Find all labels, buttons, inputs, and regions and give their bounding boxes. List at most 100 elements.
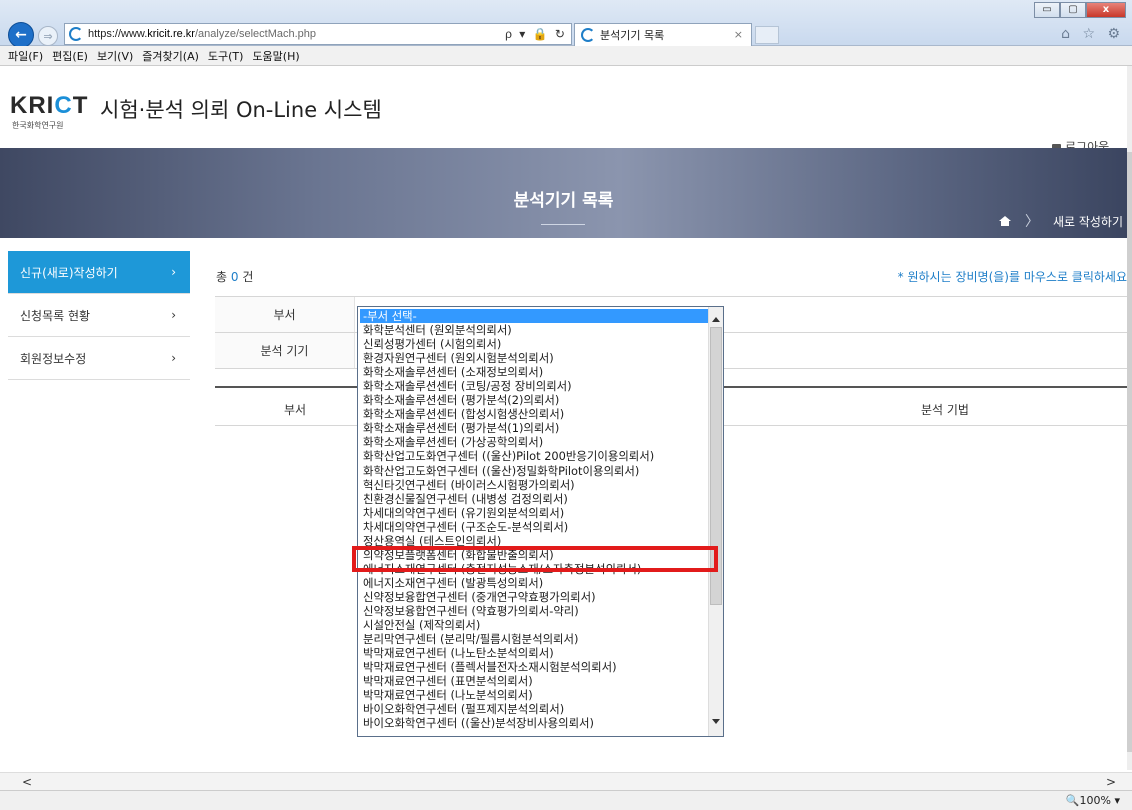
back-button[interactable]: ← xyxy=(8,22,34,48)
breadcrumb: 〉 새로 작성하기 xyxy=(998,211,1123,231)
dropdown-option[interactable]: -부서 선택- xyxy=(360,309,708,324)
dropdown-option[interactable]: 화학산업고도화연구센터 ((울산)Pilot 200반응기이용의뢰서) xyxy=(360,449,708,463)
breadcrumb-current[interactable]: 새로 작성하기 xyxy=(1053,213,1123,230)
url-prefix: https://www. xyxy=(88,28,148,40)
home-icon[interactable] xyxy=(998,216,1011,226)
dropdown-option[interactable]: 혁신타깃연구센터 (바이러스시험평가의뢰서) xyxy=(360,478,708,492)
menu-favorites[interactable]: 즐겨찾기(A) xyxy=(142,48,199,64)
dept-select-dropdown[interactable]: -부서 선택- 화학분석센터 (원외분석의뢰서) 신뢰성평가센터 (시험의뢰서)… xyxy=(357,306,724,737)
status-bar: 🔍100% ▾ xyxy=(0,790,1132,810)
dropdown-option[interactable]: 화학소재솔루션센터 (가상공학의뢰서) xyxy=(360,435,708,449)
instrument-label: 분석 기기 xyxy=(215,333,355,368)
count-prefix: 총 xyxy=(216,270,231,284)
dropdown-option[interactable]: 신약정보융합연구센터 (약효평가의뢰서-약리) xyxy=(360,604,708,618)
chevron-right-icon: › xyxy=(171,351,176,365)
scroll-up-icon[interactable] xyxy=(712,317,720,322)
site-title: 시험·분석 의뢰 On-Line 시스템 xyxy=(100,98,382,122)
sidebar-nav: 신규(새로)작성하기 › 신청목록 현황 › 회원정보수정 › xyxy=(8,251,190,380)
menu-help[interactable]: 도움말(H) xyxy=(252,48,299,64)
count-suffix: 건 xyxy=(238,270,254,284)
menu-view[interactable]: 보기(V) xyxy=(97,48,133,64)
browser-title-bar: ← ⇒ https://www. kricit.re.kr/analyze/sel… xyxy=(0,0,1132,48)
scroll-right-icon[interactable]: > xyxy=(1106,775,1116,789)
maximize-button[interactable]: ▢ xyxy=(1060,2,1086,18)
zoom-level[interactable]: 🔍100% ▾ xyxy=(1066,794,1120,807)
menu-bar: 파일(F) 편집(E) 보기(V) 즐겨찾기(A) 도구(T) 도움말(H) xyxy=(0,46,1132,66)
page-vertical-scrollbar[interactable] xyxy=(1127,66,1132,770)
dropdown-scrollbar[interactable] xyxy=(708,307,723,736)
sidebar-item-status[interactable]: 신청목록 현황 › xyxy=(8,294,190,337)
dropdown-option[interactable]: 박막재료연구센터 (나노탄소분석의뢰서) xyxy=(360,646,708,660)
instruction-hint: * 원하시는 장비명(을)를 마우스로 클릭하세요 xyxy=(897,270,1127,284)
dropdown-option[interactable]: 에너지소재연구센터 (발광특성의뢰서) xyxy=(360,576,708,590)
dropdown-option[interactable]: 화학소재솔루션센터 (소재정보의뢰서) xyxy=(360,365,708,379)
dropdown-option[interactable]: 바이오화학연구센터 ((울산)분석장비사용의뢰서) xyxy=(360,716,708,730)
new-tab-button[interactable] xyxy=(755,26,779,44)
dropdown-option[interactable]: 화학분석센터 (원외분석의뢰서) xyxy=(360,323,708,337)
tab-close-icon[interactable]: × xyxy=(734,28,743,41)
tab-title: 분석기기 목록 xyxy=(600,29,665,42)
dropdown-option[interactable]: 신뢰성평가센터 (시험의뢰서) xyxy=(360,337,708,351)
sidebar-item-label: 회원정보수정 xyxy=(20,351,87,366)
page-title: 분석기기 목록 xyxy=(513,191,614,211)
dropdown-option[interactable]: 화학소재솔루션센터 (평가분석(1)의뢰서) xyxy=(360,421,708,435)
dropdown-option[interactable]: 바이오화학연구센터 (펄프제지분석의뢰서) xyxy=(360,702,708,716)
dept-label: 부서 xyxy=(215,297,355,332)
menu-file[interactable]: 파일(F) xyxy=(8,48,43,64)
page-scroll-thumb[interactable] xyxy=(1127,152,1132,752)
dropdown-option[interactable]: 환경자원연구센터 (원외시험분석의뢰서) xyxy=(360,351,708,365)
url-path: /analyze/selectMach.php xyxy=(194,28,317,40)
page-horizontal-scrollbar[interactable]: < > xyxy=(0,772,1132,790)
dropdown-option[interactable]: 박막재료연구센터 (플렉서블전자소재시험분석의뢰서) xyxy=(360,660,708,674)
scroll-down-icon[interactable] xyxy=(712,719,720,724)
result-count: 총 0 건 xyxy=(216,268,253,285)
dropdown-option[interactable]: 화학소재솔루션센터 (코팅/공정 장비의뢰서) xyxy=(360,379,708,393)
dropdown-option[interactable]: 차세대의약연구센터 (구조순도-분석의뢰서) xyxy=(360,520,708,534)
logo-text-t: T xyxy=(72,92,89,119)
title-underline xyxy=(541,224,585,225)
dropdown-option[interactable]: 신약정보융합연구센터 (중개연구약효평가의뢰서) xyxy=(360,590,708,604)
window-controls: ▭ ▢ x xyxy=(1034,2,1126,18)
sidebar-item-member-info[interactable]: 회원정보수정 › xyxy=(8,337,190,380)
address-bar[interactable]: https://www. kricit.re.kr/analyze/selectM… xyxy=(64,23,572,45)
red-highlight-box xyxy=(352,546,718,572)
minimize-button[interactable]: ▭ xyxy=(1034,2,1060,18)
dropdown-option[interactable]: 친환경신물질연구센터 (내병성 검정의뢰서) xyxy=(360,492,708,506)
home-favorites-settings-icons[interactable]: ⌂ ☆ ⚙ xyxy=(1061,26,1124,42)
column-header-method: 분석 기법 xyxy=(921,403,969,417)
tab-favicon-icon xyxy=(581,28,595,42)
krict-logo[interactable]: KRICT xyxy=(10,92,88,120)
address-tools-icons[interactable]: ρ ▾ 🔒 ↻ xyxy=(505,27,567,41)
scroll-left-icon[interactable]: < xyxy=(22,775,32,789)
dropdown-option[interactable]: 화학산업고도화연구센터 ((울산)정밀화학Pilot이용의뢰서) xyxy=(360,464,708,478)
count-value: 0 xyxy=(230,270,239,284)
menu-tools[interactable]: 도구(T) xyxy=(208,48,244,64)
dropdown-options: -부서 선택- 화학분석센터 (원외분석의뢰서) 신뢰성평가센터 (시험의뢰서)… xyxy=(360,309,708,730)
dropdown-option[interactable]: 시설안전실 (제작의뢰서) xyxy=(360,618,708,632)
site-favicon-icon xyxy=(69,27,83,41)
logo-text-c: C xyxy=(54,92,73,119)
page-banner: 분석기기 목록 〉 새로 작성하기 xyxy=(0,148,1127,238)
chevron-right-icon: › xyxy=(171,308,176,322)
forward-button[interactable]: ⇒ xyxy=(38,26,58,46)
back-arrow-icon: ← xyxy=(15,27,27,43)
dropdown-option[interactable]: 박막재료연구센터 (나노분석의뢰서) xyxy=(360,688,708,702)
column-header-dept: 부서 xyxy=(283,403,307,417)
forward-arrow-icon: ⇒ xyxy=(43,29,53,43)
browser-tab[interactable]: 분석기기 목록 × xyxy=(574,23,752,46)
menu-edit[interactable]: 편집(E) xyxy=(52,48,88,64)
chevron-right-icon: › xyxy=(171,265,176,279)
window-close-button[interactable]: x xyxy=(1086,2,1126,18)
dropdown-option[interactable]: 박막재료연구센터 (표면분석의뢰서) xyxy=(360,674,708,688)
dropdown-option[interactable]: 화학소재솔루션센터 (평가분석(2)의뢰서) xyxy=(360,393,708,407)
logo-subtitle: 한국화학연구원 xyxy=(12,121,64,130)
url-domain: kricit.re.kr xyxy=(147,28,195,40)
breadcrumb-separator-icon: 〉 xyxy=(1024,214,1039,230)
logo-text-kri: KRI xyxy=(10,92,55,119)
sidebar-item-label: 신규(새로)작성하기 xyxy=(20,265,118,280)
sidebar-item-label: 신청목록 현황 xyxy=(20,308,91,323)
dropdown-option[interactable]: 분리막연구센터 (분리막/필름시험분석의뢰서) xyxy=(360,632,708,646)
dropdown-option[interactable]: 차세대의약연구센터 (유기원외분석의뢰서) xyxy=(360,506,708,520)
sidebar-item-new[interactable]: 신규(새로)작성하기 › xyxy=(8,251,190,294)
dropdown-option[interactable]: 화학소재솔루션센터 (합성시험생산의뢰서) xyxy=(360,407,708,421)
